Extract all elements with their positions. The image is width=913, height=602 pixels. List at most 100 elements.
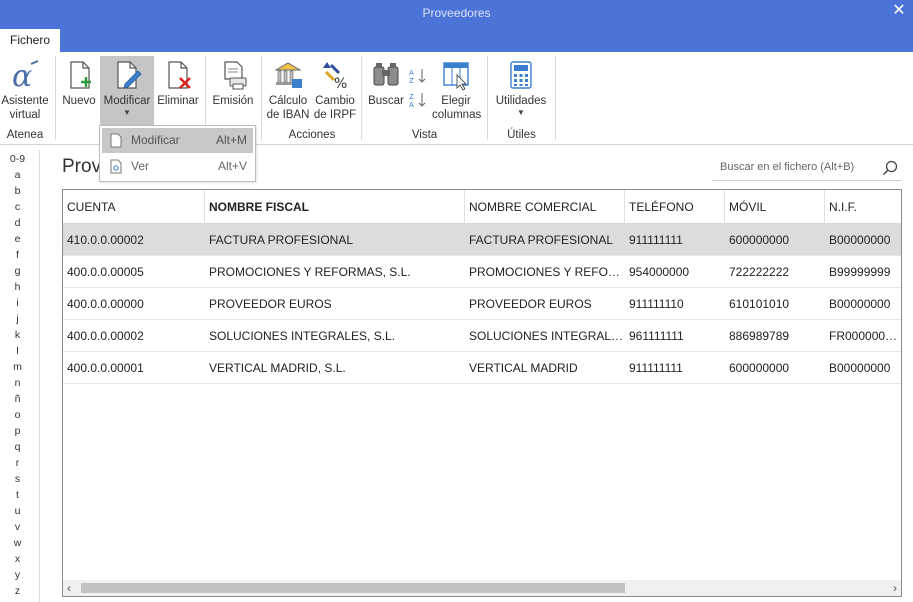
alphabet-letter[interactable]: k [0,328,35,342]
tab-fichero[interactable]: Fichero [0,29,60,52]
elegir-columnas-button[interactable]: Elegir columnas [432,56,482,124]
table-cell: B99999999 [829,265,891,279]
menu-item-label: Modificar [131,133,180,147]
table-row[interactable]: 410.0.0.00002 FACTURA PROFESIONAL FACTURA … [63,224,901,256]
scroll-left-icon[interactable]: ‹ [67,580,71,596]
table-cell: B00000000 [829,233,891,247]
alphabet-letter[interactable]: l [0,344,35,358]
menu-item-shortcut: Alt+V [217,159,247,173]
alphabet-letter[interactable]: f [0,248,35,262]
alphabet-letter[interactable]: i [0,296,35,310]
modificar-button[interactable]: Modificar ▼ [100,56,154,126]
column-header-nombre-fiscal[interactable]: NOMBRE FISCAL [205,190,465,224]
alphabet-letter[interactable]: c [0,200,35,214]
table-cell: 400.0.0.00001 [67,361,144,375]
alphabet-letter[interactable]: v [0,520,35,534]
table-row[interactable]: 400.0.0.00005 PROMOCIONES Y REFORMAS, S.L… [63,256,901,288]
alphabet-letter[interactable]: r [0,456,35,470]
table-cell: PROVEEDOR EUROS [209,297,332,311]
alphabet-letter[interactable]: u [0,504,35,518]
modificar-label: Modificar [103,95,151,107]
table-cell: 610101010 [729,297,790,311]
alphabet-letter[interactable]: p [0,424,35,438]
table-cell: 911111111 [629,361,683,375]
asistente-label: Asistente virtual [1,95,49,121]
alphabet-letter[interactable]: n [0,376,35,390]
columns-icon [443,62,469,91]
alphabet-letter[interactable]: j [0,312,35,326]
table-cell: 400.0.0.00002 [67,329,144,343]
column-header-movil[interactable]: MÓVIL [725,190,825,224]
group-vista: Vista [411,129,438,141]
scroll-right-icon[interactable]: › [893,580,897,596]
alphabet-letter[interactable]: w [0,536,35,550]
calculo-iban-button[interactable]: Cálculo de IBAN [265,56,311,124]
alphabet-letter[interactable]: d [0,216,35,230]
column-header-telefono[interactable]: TELÉFONO [625,190,725,224]
alphabet-letter[interactable]: a [0,168,35,182]
table-cell: 600000000 [729,361,790,375]
table-cell: 400.0.0.00000 [67,297,144,311]
search-icon[interactable] [882,160,898,176]
scrollbar-thumb[interactable] [81,583,625,593]
alphabet-letter[interactable]: q [0,440,35,454]
eliminar-button[interactable]: Eliminar [156,56,200,124]
alphabet-letter[interactable]: m [0,360,35,374]
alphabet-letter[interactable]: z [0,584,35,598]
table-row[interactable]: 400.0.0.00002 SOLUCIONES INTEGRALES, S.L.… [63,320,901,352]
alphabet-letter[interactable]: e [0,232,35,246]
view-document-icon [110,159,122,174]
table-cell: 722222222 [729,265,790,279]
sort-ascending-icon: A Z [409,69,426,85]
calculator-icon [510,61,532,89]
menu-item-modificar[interactable]: Modificar Alt+M [102,128,253,153]
column-header-nif[interactable]: N.I.F. [825,190,901,224]
menu-item-label: Ver [131,159,150,173]
asistente-virtual-button[interactable]: α Asistente virtual [0,56,50,124]
chevron-down-icon: ▼ [123,108,131,117]
alphabet-letter[interactable]: b [0,184,35,198]
title-bar: Proveedores ✕ [0,0,913,27]
window-title: Proveedores [422,6,491,20]
table-cell: PROVEEDOR EUROS [469,297,592,311]
eliminar-label: Eliminar [157,95,199,107]
close-icon[interactable]: ✕ [891,0,907,27]
cambio-irpf-button[interactable]: % Cambio de IRPF [313,56,357,124]
alphabet-letter[interactable]: t [0,488,35,502]
alphabet-letter[interactable]: x [0,552,35,566]
document-icon [110,133,122,148]
alphabet-letter[interactable]: o [0,408,35,422]
utilidades-button[interactable]: Utilidades ▼ [492,56,550,124]
elegir-columnas-label: Elegir columnas [432,95,482,121]
bank-icon [274,62,302,88]
alphabet-letter[interactable]: y [0,568,35,582]
alphabet-letter[interactable]: g [0,264,35,278]
svg-text:α: α [12,59,32,91]
nuevo-button[interactable]: Nuevo [60,56,98,124]
table-row[interactable]: 400.0.0.00000 PROVEEDOR EUROS PROVEEDOR EU… [63,288,901,320]
search-input[interactable]: Buscar en el fichero (Alt+B) [720,161,854,173]
alphabet-letter[interactable]: ñ [0,392,35,406]
buscar-button[interactable]: Buscar [366,56,406,124]
alphabet-letter[interactable]: h [0,280,35,294]
search-box[interactable]: Buscar en el fichero (Alt+B) [712,155,902,181]
delete-document-icon [168,61,191,89]
svg-text:A: A [409,69,414,77]
ribbon-separator [261,56,262,140]
sort-za-button[interactable]: Z A [408,92,428,109]
alphabet-letter[interactable]: 0-9 [0,152,35,166]
menu-item-ver[interactable]: Ver Alt+V [102,154,253,179]
emision-button[interactable]: Emisión [210,56,256,124]
table-cell: SOLUCIONES INTEGRALES, S.L. [469,329,625,343]
column-header-cuenta[interactable]: CUENTA [63,190,205,224]
sort-descending-icon: Z A [409,93,426,109]
column-header-nombre-comercial[interactable]: NOMBRE COMERCIAL [465,190,625,224]
horizontal-scrollbar[interactable]: ‹ › [63,580,901,596]
table-cell: VERTICAL MADRID, S.L. [209,361,346,375]
table-row[interactable]: 400.0.0.00001 VERTICAL MADRID, S.L. VERTIC… [63,352,901,384]
group-acciones: Acciones [288,129,336,141]
sort-az-button[interactable]: A Z [408,68,428,85]
alphabet-letter[interactable]: s [0,472,35,486]
table-cell: 954000000 [629,265,690,279]
table-cell: 911111111 [629,233,683,247]
